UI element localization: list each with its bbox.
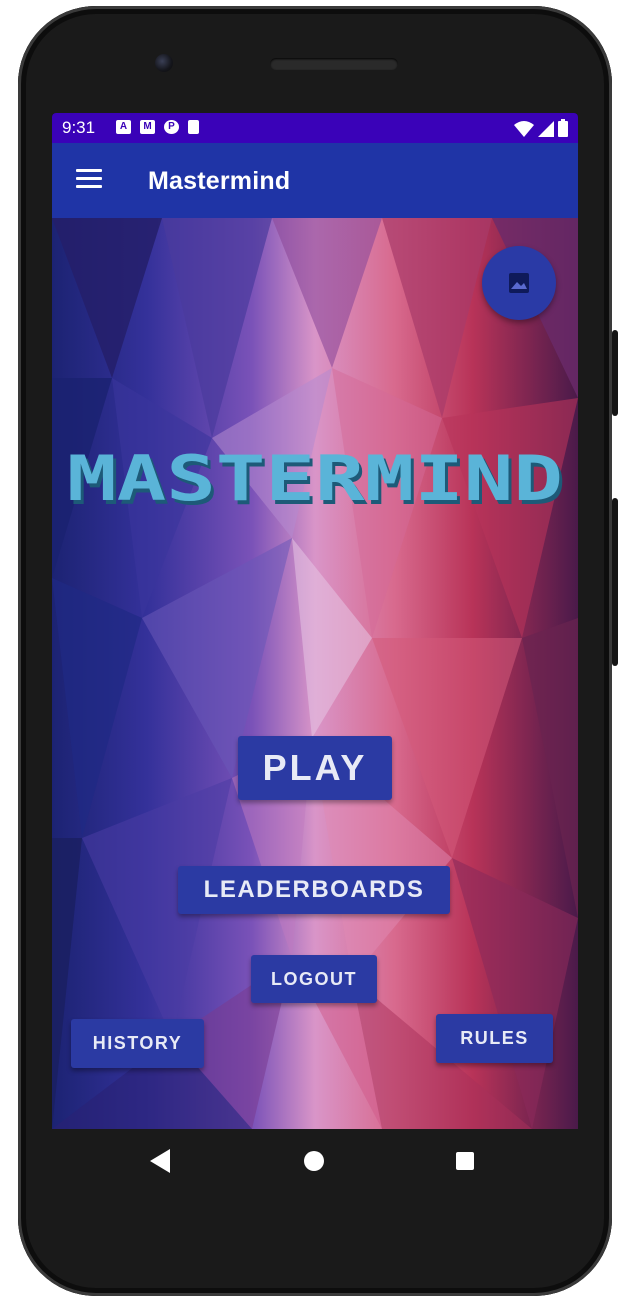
- app-title: Mastermind: [148, 167, 291, 195]
- mastermind-logo: MASTERMIND MASTERMIND: [67, 442, 566, 512]
- screen: 9:31 A M P Mastermind MASTERMIND MASTERM…: [52, 113, 578, 1129]
- status-time: 9:31: [62, 118, 96, 137]
- back-icon[interactable]: [150, 1149, 172, 1173]
- app-badge-icon: P: [164, 120, 179, 134]
- a-badge-icon: A: [116, 120, 131, 134]
- notification-icons: A M P: [116, 120, 199, 134]
- wifi-icon: [514, 121, 534, 137]
- history-button[interactable]: HISTORY: [71, 1019, 204, 1068]
- home-icon[interactable]: [304, 1151, 324, 1171]
- system-icons: [514, 119, 568, 137]
- recent-apps-icon[interactable]: [456, 1152, 474, 1170]
- logout-button[interactable]: LOGOUT: [251, 955, 377, 1003]
- status-bar: 9:31 A M P: [52, 113, 578, 143]
- rules-button[interactable]: RULES: [436, 1014, 553, 1063]
- volume-button[interactable]: [612, 498, 618, 666]
- power-button[interactable]: [612, 330, 618, 416]
- navigation-bar: [52, 1129, 578, 1195]
- front-camera: [155, 54, 173, 72]
- earpiece-speaker: [270, 58, 398, 70]
- app-bar: Mastermind: [52, 143, 578, 218]
- play-button[interactable]: PLAY: [238, 736, 392, 800]
- signal-icon: [538, 121, 554, 137]
- hamburger-menu-icon[interactable]: [76, 169, 102, 189]
- svg-text:MASTERMIND: MASTERMIND: [67, 442, 563, 512]
- battery-icon: [558, 119, 568, 137]
- leaderboards-button[interactable]: LEADERBOARDS: [178, 866, 450, 914]
- main-content: MASTERMIND MASTERMIND PLAY LEADERBOARDS …: [52, 218, 578, 1129]
- sd-card-icon: [188, 120, 199, 134]
- background-image-button[interactable]: [482, 246, 556, 320]
- gmail-icon: M: [140, 120, 155, 134]
- image-icon: [509, 273, 529, 293]
